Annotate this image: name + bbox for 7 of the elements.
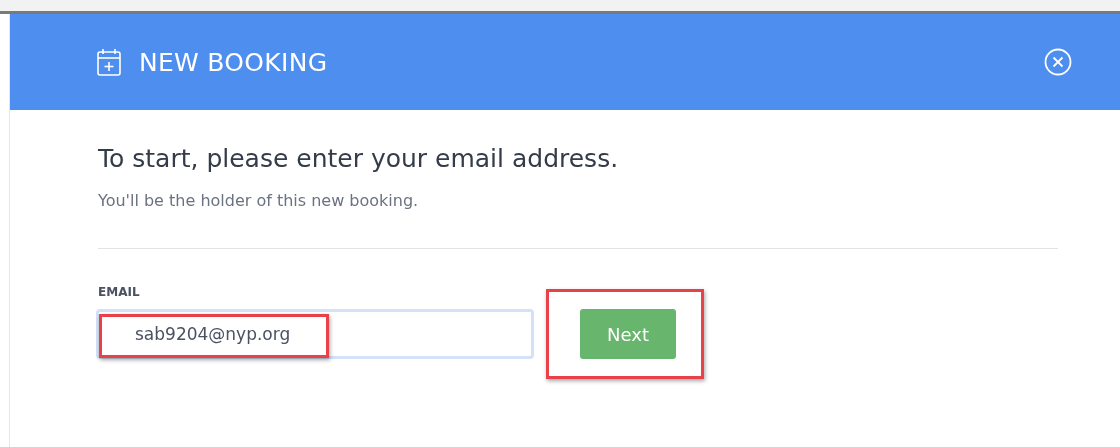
close-icon[interactable] — [1044, 48, 1072, 76]
subheading: You'll be the holder of this new booking. — [98, 191, 420, 210]
calendar-add-icon — [97, 48, 121, 76]
heading: To start, please enter your email address. — [98, 144, 620, 173]
dialog-title: NEW BOOKING — [139, 47, 328, 77]
email-field[interactable]: sab9204@nyp.org — [96, 309, 534, 359]
field-label: EMAIL — [98, 285, 141, 299]
